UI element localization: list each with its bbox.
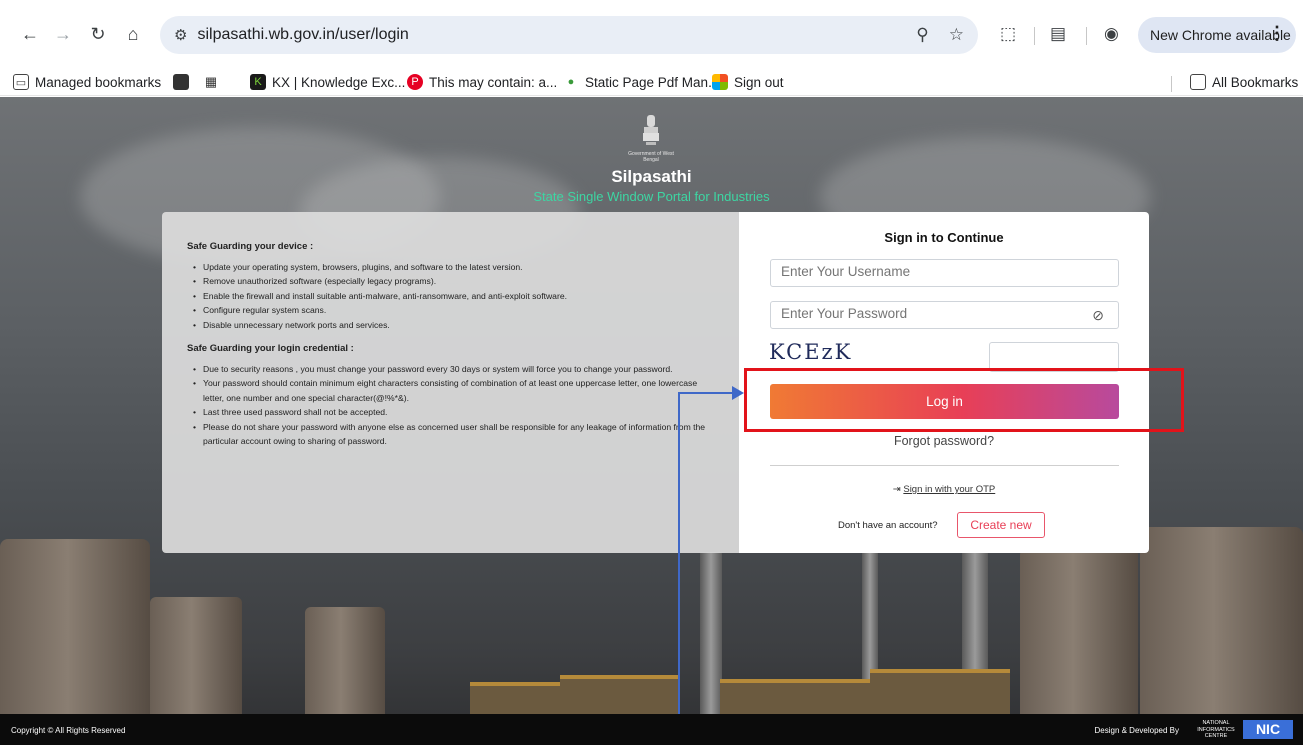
captcha-image: KCEzK: [769, 340, 853, 364]
microsoft-icon: [712, 74, 728, 90]
address-bar[interactable]: ⚙ silpasathi.wb.gov.in/user/login ⚲ ☆: [160, 16, 978, 54]
factory-building: [560, 675, 680, 715]
otp-signin-link[interactable]: ⇥ Sign in with your OTP: [739, 484, 1149, 495]
toolbar-divider: [1086, 27, 1087, 45]
apps-grid-icon: ▦: [204, 74, 218, 89]
list-item: Please do not share your password with a…: [187, 420, 707, 449]
bookmark-label: All Bookmarks: [1212, 74, 1299, 90]
more-menu-icon[interactable]: ⋮: [1268, 23, 1286, 44]
password-field[interactable]: ⊘: [770, 301, 1119, 329]
username-input[interactable]: [781, 264, 1118, 279]
page-subtitle: State Single Window Portal for Industrie…: [533, 189, 770, 204]
bookmarks-divider: [1171, 76, 1172, 92]
bookmark-kx[interactable]: K KX | Knowledge Exc...: [250, 74, 405, 90]
bookmark-star-icon[interactable]: ☆: [949, 25, 964, 45]
cooling-tower: [0, 539, 150, 714]
password-input[interactable]: [781, 306, 1081, 321]
annotation-arrow-head-icon: [732, 386, 744, 400]
factory-building: [870, 669, 1010, 715]
chrome-update-button[interactable]: New Chrome available ⋮: [1138, 17, 1296, 53]
list-item: Your password should contain minimum eig…: [187, 376, 707, 405]
browser-toolbar: ← → ↻ ⌂ ⚙ silpasathi.wb.gov.in/user/logi…: [0, 0, 1303, 72]
list-item: Last three used password shall not be ac…: [187, 405, 707, 420]
profile-icon[interactable]: ◉: [1104, 24, 1119, 44]
device-heading: Safe Guarding your device :: [187, 241, 314, 252]
bookmark-static-pdf[interactable]: ● Static Page Pdf Man...: [563, 74, 720, 90]
reading-list-icon[interactable]: ▤: [1050, 24, 1066, 44]
bookmark-square[interactable]: [173, 74, 189, 90]
copyright-text: Copyright © All Rights Reserved: [11, 726, 126, 735]
username-field[interactable]: [770, 259, 1119, 287]
leaf-icon: ●: [567, 76, 575, 88]
design-by-text: Design & Developed By: [1094, 726, 1180, 735]
bookmark-pinterest[interactable]: P This may contain: a...: [407, 74, 557, 90]
folder-icon: [1190, 74, 1206, 90]
reload-icon[interactable]: ↻: [84, 20, 112, 48]
bookmark-apps[interactable]: ▦: [203, 74, 219, 90]
form-divider: [770, 465, 1119, 466]
list-item: Configure regular system scans.: [187, 303, 707, 318]
factory-building: [720, 679, 870, 715]
highlight-box: [744, 368, 1184, 432]
otp-label: Sign in with your OTP: [903, 484, 996, 495]
cooling-tower: [1140, 527, 1303, 715]
security-info-panel: Safe Guarding your device : Update your …: [162, 212, 739, 553]
annotation-arrow-line: [678, 393, 680, 745]
extensions-icon[interactable]: ⬚: [1000, 24, 1016, 44]
credential-heading: Safe Guarding your login credential :: [187, 343, 354, 355]
create-account-button[interactable]: Create new: [957, 512, 1045, 538]
bookmarks-bar: ▭ Managed bookmarks ▦ K KX | Knowledge E…: [0, 72, 1303, 96]
forgot-password-link[interactable]: Forgot password?: [739, 434, 1149, 448]
forward-arrow-icon[interactable]: →: [49, 20, 77, 48]
chimney: [700, 552, 722, 717]
page-footer: Copyright © All Rights Reserved Design &…: [0, 714, 1303, 745]
folder-icon: ▭: [13, 74, 29, 90]
nic-name-text: NATIONAL INFORMATICS CENTRE: [1197, 720, 1235, 739]
list-item: Enable the firewall and install suitable…: [187, 289, 707, 304]
url-text[interactable]: silpasathi.wb.gov.in/user/login: [197, 26, 408, 44]
back-arrow-icon[interactable]: ←: [16, 20, 44, 48]
no-account-text: Don't have an account?: [838, 520, 938, 531]
bookmark-label: Sign out: [734, 74, 784, 90]
signin-arrow-icon: ⇥: [892, 484, 901, 495]
cooling-tower: [305, 607, 385, 715]
eye-slash-icon[interactable]: ⊘: [1092, 307, 1104, 324]
gov-text: Government of West Bengal: [628, 151, 674, 163]
device-list: Update your operating system, browsers, …: [187, 260, 739, 332]
bookmark-label: Managed bookmarks: [35, 74, 162, 90]
list-item: Due to security reasons , you must chang…: [187, 362, 707, 377]
pinterest-icon: P: [407, 74, 423, 90]
bookmark-label: KX | Knowledge Exc...: [272, 74, 406, 90]
list-item: Update your operating system, browsers, …: [187, 260, 707, 275]
page-title: Silpasathi: [611, 167, 692, 186]
bookmark-label: This may contain: a...: [429, 74, 558, 90]
login-title: Sign in to Continue: [884, 230, 1004, 245]
site-info-icon[interactable]: ⚙: [174, 26, 187, 44]
all-bookmarks[interactable]: All Bookmarks: [1190, 74, 1298, 90]
kx-logo-icon: K: [250, 74, 266, 90]
state-emblem-icon: [643, 115, 659, 145]
toolbar-divider: [1034, 27, 1035, 45]
cooling-tower: [1020, 547, 1138, 715]
zoom-icon[interactable]: ⚲: [916, 25, 928, 45]
factory-building: [470, 682, 560, 715]
bookmark-label: Static Page Pdf Man...: [585, 74, 720, 90]
cooling-tower: [150, 597, 242, 715]
list-item: Remove unauthorized software (especially…: [187, 274, 707, 289]
bookmark-sign-out[interactable]: Sign out: [712, 74, 784, 90]
list-item: Disable unnecessary network ports and se…: [187, 318, 707, 333]
annotation-arrow-line: [678, 392, 734, 394]
bookmark-managed[interactable]: ▭ Managed bookmarks: [13, 74, 161, 90]
credential-list: Due to security reasons , you must chang…: [187, 362, 739, 448]
square-icon: [173, 74, 189, 90]
home-icon[interactable]: ⌂: [119, 20, 147, 48]
nic-logo[interactable]: NIC: [1243, 720, 1293, 739]
